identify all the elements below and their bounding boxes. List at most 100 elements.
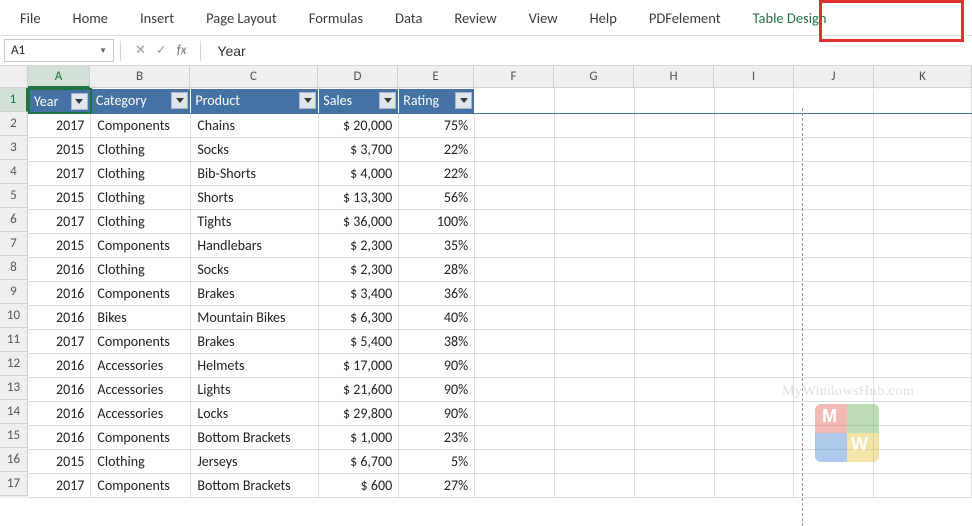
cell[interactable] — [794, 281, 874, 305]
cell[interactable]: 2017 — [29, 209, 91, 233]
cell[interactable] — [874, 425, 972, 449]
cell[interactable] — [475, 185, 555, 209]
cell[interactable] — [714, 137, 794, 161]
table-header-rating[interactable]: Rating — [399, 89, 475, 113]
cell[interactable] — [794, 113, 874, 137]
cell[interactable] — [554, 185, 634, 209]
cell[interactable]: Mountain Bikes — [191, 305, 319, 329]
row-header-13[interactable]: 13 — [0, 376, 28, 400]
cell[interactable] — [874, 353, 972, 377]
cell[interactable] — [554, 377, 634, 401]
ribbon-tab-page-layout[interactable]: Page Layout — [190, 1, 293, 35]
cell[interactable] — [634, 257, 714, 281]
cell[interactable] — [634, 449, 714, 473]
cell[interactable] — [794, 137, 874, 161]
row-header-2[interactable]: 2 — [0, 112, 28, 136]
cell[interactable]: Clothing — [91, 161, 191, 185]
cell[interactable]: 90% — [399, 377, 475, 401]
column-header-J[interactable]: J — [794, 66, 874, 88]
ribbon-tab-insert[interactable]: Insert — [124, 1, 190, 35]
select-all-corner[interactable] — [0, 66, 28, 88]
cell[interactable] — [794, 257, 874, 281]
cell[interactable]: $ 2,300 — [319, 257, 399, 281]
cell[interactable] — [874, 137, 972, 161]
cell[interactable]: Bottom Brackets — [191, 425, 319, 449]
cell[interactable] — [794, 161, 874, 185]
cell[interactable] — [554, 137, 634, 161]
cell[interactable]: $ 3,700 — [319, 137, 399, 161]
cell[interactable]: 2016 — [29, 257, 91, 281]
cell[interactable] — [794, 233, 874, 257]
cell[interactable] — [634, 113, 714, 137]
cell[interactable]: 2016 — [29, 281, 91, 305]
cell[interactable]: Components — [91, 233, 191, 257]
cell[interactable]: 35% — [399, 233, 475, 257]
cell[interactable]: Clothing — [91, 185, 191, 209]
cell[interactable] — [475, 353, 555, 377]
cell[interactable] — [874, 113, 972, 137]
cell[interactable]: Jerseys — [191, 449, 319, 473]
column-header-K[interactable]: K — [874, 66, 972, 88]
column-header-E[interactable]: E — [398, 66, 474, 88]
cell[interactable] — [714, 113, 794, 137]
filter-dropdown-icon[interactable] — [171, 92, 188, 109]
ribbon-tab-data[interactable]: Data — [379, 1, 438, 35]
ribbon-tab-table-design[interactable]: Table Design — [737, 1, 843, 35]
cell[interactable]: $ 21,600 — [319, 377, 399, 401]
cell[interactable] — [714, 209, 794, 233]
cell[interactable]: 75% — [399, 113, 475, 137]
cell[interactable] — [475, 377, 555, 401]
cell[interactable]: Clothing — [91, 209, 191, 233]
cell[interactable]: 2016 — [29, 353, 91, 377]
cell[interactable]: $ 6,300 — [319, 305, 399, 329]
cell[interactable]: 2016 — [29, 377, 91, 401]
cell[interactable]: Socks — [191, 137, 319, 161]
cell[interactable]: 2017 — [29, 473, 91, 497]
cell[interactable] — [634, 305, 714, 329]
cell[interactable] — [714, 257, 794, 281]
fx-icon[interactable]: fx — [177, 43, 187, 58]
cell[interactable]: 100% — [399, 209, 475, 233]
cell[interactable] — [634, 473, 714, 497]
cell[interactable] — [874, 161, 972, 185]
cell[interactable] — [714, 281, 794, 305]
cell[interactable]: Helmets — [191, 353, 319, 377]
cell[interactable]: 56% — [399, 185, 475, 209]
cell[interactable] — [475, 473, 555, 497]
row-header-5[interactable]: 5 — [0, 184, 28, 208]
row-header-6[interactable]: 6 — [0, 208, 28, 232]
cell[interactable]: Brakes — [191, 329, 319, 353]
cell[interactable]: 38% — [399, 329, 475, 353]
cell[interactable] — [714, 425, 794, 449]
cell[interactable]: 2015 — [29, 185, 91, 209]
cell[interactable]: Tights — [191, 209, 319, 233]
cell[interactable]: 2016 — [29, 425, 91, 449]
cell[interactable] — [794, 185, 874, 209]
cell[interactable]: 2017 — [29, 113, 91, 137]
table-header-category[interactable]: Category — [91, 89, 191, 113]
cell[interactable] — [554, 233, 634, 257]
cell[interactable]: 2017 — [29, 161, 91, 185]
column-header-I[interactable]: I — [714, 66, 794, 88]
filter-dropdown-icon[interactable] — [299, 92, 316, 109]
cell[interactable] — [475, 209, 555, 233]
empty-cell[interactable] — [794, 89, 874, 113]
cell[interactable] — [554, 473, 634, 497]
cell[interactable] — [554, 353, 634, 377]
cell[interactable] — [634, 161, 714, 185]
row-header-14[interactable]: 14 — [0, 400, 28, 424]
cell[interactable] — [794, 377, 874, 401]
cell[interactable] — [714, 449, 794, 473]
cell[interactable] — [634, 425, 714, 449]
row-header-17[interactable]: 17 — [0, 472, 28, 496]
cell[interactable] — [554, 449, 634, 473]
cell[interactable] — [554, 401, 634, 425]
cell[interactable]: Components — [91, 329, 191, 353]
cell[interactable] — [634, 353, 714, 377]
cell[interactable] — [475, 161, 555, 185]
cell[interactable] — [554, 161, 634, 185]
table-header-product[interactable]: Product — [191, 89, 319, 113]
cell[interactable]: 22% — [399, 137, 475, 161]
table-header-year[interactable]: Year — [29, 89, 91, 113]
name-box[interactable]: A1 ▼ — [4, 39, 114, 62]
